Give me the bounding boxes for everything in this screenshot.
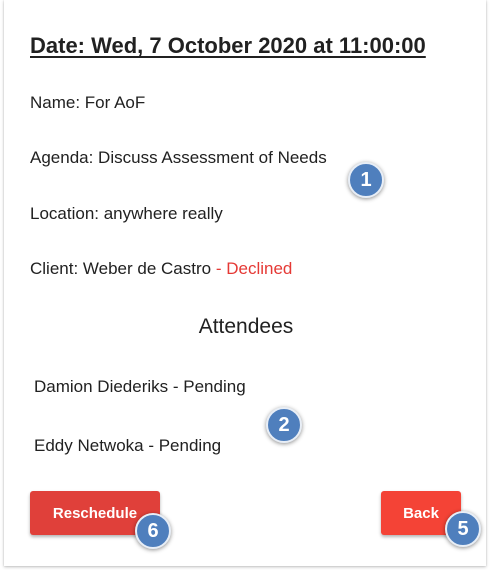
annotation-marker: 5 [445,511,481,547]
meeting-name: Name: For AoF [30,93,146,112]
annotation-marker: 6 [135,513,171,549]
meeting-client: Client: Weber de Castro - Declined [30,259,292,279]
client-status-badge: - Declined [211,259,293,278]
annotation-marker: 1 [348,162,384,198]
meeting-date-heading: Date: Wed, 7 October 2020 at 11:00:00 [30,33,426,58]
attendee-item: Damion Diederiks - Pending [34,377,246,396]
annotation-marker: 2 [266,407,302,443]
client-name: Client: Weber de Castro [30,259,212,278]
meeting-agenda: Agenda: Discuss Assessment of Needs [30,148,327,167]
meeting-location: Location: anywhere really [30,204,223,223]
attendees-heading: Attendees [198,315,294,338]
attendee-item: Eddy Netwoka - Pending [34,436,222,455]
meeting-details-card [4,0,486,566]
